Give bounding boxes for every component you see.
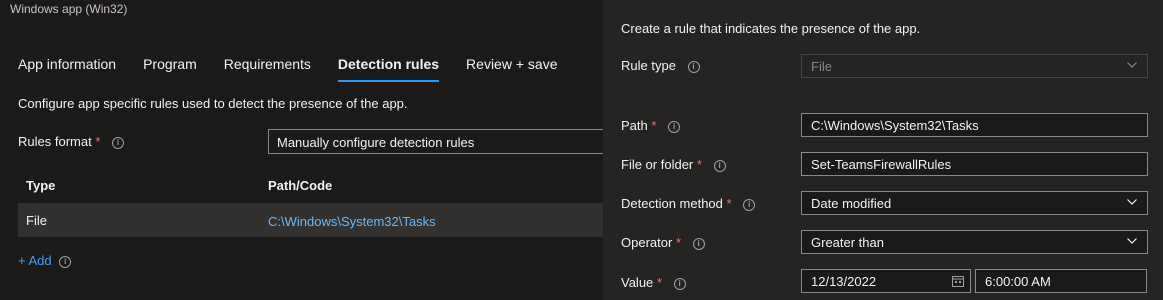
rules-format-label-text: Rules format [18,134,92,149]
required-marker: * [656,275,662,290]
rule-type-value: File [811,59,832,74]
rule-type-label: Rule type i [621,58,700,73]
operator-label-text: Operator [621,235,673,250]
chevron-down-icon [1127,199,1137,205]
value-label: Value * i [621,275,686,290]
chevron-down-icon [1127,62,1137,68]
calendar-icon[interactable] [952,275,964,287]
app-settings-pane: Windows app (Win32) App information Prog… [0,0,608,300]
required-marker: * [696,157,702,172]
tab-review-save[interactable]: Review + save [466,56,557,82]
rule-type-label-text: Rule type [621,58,676,73]
detection-method-label-text: Detection method [621,196,723,211]
value-label-text: Value [621,275,654,290]
info-icon[interactable]: i [692,237,705,250]
detection-method-value: Date modified [811,196,892,211]
info-icon[interactable]: i [713,159,726,172]
info-icon[interactable]: i [687,60,700,73]
column-header-type: Type [26,178,56,193]
tab-requirements[interactable]: Requirements [224,56,311,82]
info-icon[interactable]: i [59,255,72,268]
chevron-down-icon [1127,238,1137,244]
info-icon[interactable]: i [112,136,125,149]
add-rule-label: + Add [18,253,52,268]
cell-type: File [26,213,47,228]
add-rule-button[interactable]: + Add i [18,253,72,268]
required-marker: * [651,118,657,133]
required-marker: * [95,134,101,149]
rules-format-value: Manually configure detection rules [277,135,475,150]
detection-rule-panel: Create a rule that indicates the presenc… [603,0,1163,300]
rule-type-dropdown: File [801,54,1148,78]
path-label: Path * i [621,118,681,133]
rules-format-dropdown[interactable]: Manually configure detection rules [268,129,608,154]
detection-method-label: Detection method * i [621,196,756,211]
operator-value: Greater than [811,235,884,250]
operator-label: Operator * i [621,235,705,250]
detection-method-dropdown[interactable]: Date modified [801,191,1148,215]
tab-detection-rules[interactable]: Detection rules [337,56,440,82]
info-icon[interactable]: i [673,277,686,290]
time-value: 6:00:00 AM [985,274,1051,289]
time-input[interactable]: 6:00:00 AM [975,269,1147,293]
operator-dropdown[interactable]: Greater than [801,230,1148,254]
table-row[interactable]: File C:\Windows\System32\Tasks [18,203,603,237]
panel-intro: Create a rule that indicates the presenc… [621,21,921,36]
tab-app-information[interactable]: App information [18,56,116,82]
info-icon[interactable]: i [743,198,756,211]
date-value: 12/13/2022 [811,274,877,289]
file-or-folder-input[interactable]: Set-TeamsFirewallRules [801,152,1148,176]
path-label-text: Path [621,118,648,133]
path-input[interactable]: C:\Windows\System32\Tasks [801,113,1148,137]
cell-path-link[interactable]: C:\Windows\System32\Tasks [268,214,436,229]
file-or-folder-value: Set-TeamsFirewallRules [811,157,952,172]
path-value: C:\Windows\System32\Tasks [811,118,979,133]
page-description: Configure app specific rules used to det… [18,96,408,111]
window-title: Windows app (Win32) [10,2,128,16]
column-header-path: Path/Code [268,178,333,193]
file-or-folder-label-text: File or folder [621,157,694,172]
file-or-folder-label: File or folder * i [621,157,726,172]
info-icon[interactable]: i [668,120,681,133]
required-marker: * [726,196,732,211]
wizard-tabs: App information Program Requirements Det… [18,56,584,82]
required-marker: * [675,235,681,250]
tab-program[interactable]: Program [143,56,197,82]
date-picker[interactable]: 12/13/2022 [801,269,971,293]
rules-format-label: Rules format * i [18,134,125,149]
